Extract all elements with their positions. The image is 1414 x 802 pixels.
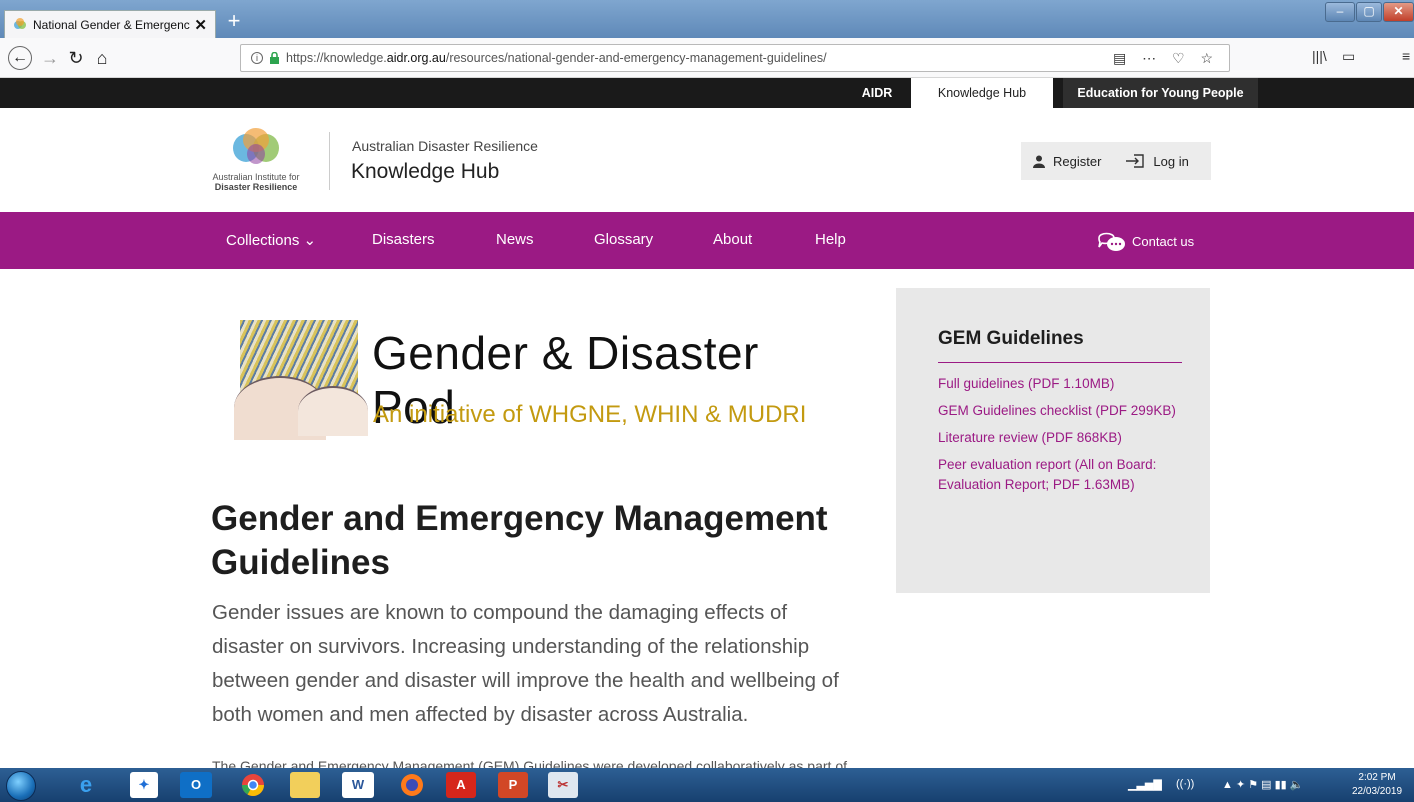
- home-icon[interactable]: ⌂: [90, 46, 114, 70]
- register-label: Register: [1053, 153, 1102, 169]
- site-header: Australian Institute for Disaster Resili…: [0, 108, 1414, 212]
- strip-link-education[interactable]: Education for Young People: [1063, 78, 1258, 108]
- firefox-logo-icon: [401, 774, 423, 796]
- aidr-logo-icon: [233, 128, 279, 164]
- gem-guidelines-sidebar: GEM Guidelines Full guidelines (PDF 1.10…: [896, 288, 1210, 593]
- nav-glossary[interactable]: Glossary: [594, 231, 653, 248]
- internet-explorer-icon[interactable]: e: [68, 772, 104, 798]
- chrome-icon[interactable]: [238, 772, 268, 798]
- nav-news[interactable]: News: [496, 231, 534, 248]
- sidebar-toggle-icon[interactable]: ▭: [1342, 48, 1355, 65]
- url-path: /resources/national-gender-and-emergency…: [445, 51, 827, 65]
- chrome-logo-icon: [242, 774, 264, 796]
- browser-tab-bar: National Gender & Emergency ✕ + – ▢ ✕: [0, 0, 1414, 38]
- pod-artwork: [234, 320, 368, 440]
- sidebar-link-checklist[interactable]: GEM Guidelines checklist (PDF 299KB): [938, 401, 1178, 421]
- clock-time: 2:02 PM: [1358, 772, 1396, 783]
- page-actions-icon[interactable]: ▤ ⋯ ♡ ☆: [1113, 45, 1219, 71]
- library-icon[interactable]: |||\: [1312, 48, 1327, 64]
- contact-us-link[interactable]: Contact us: [1096, 228, 1194, 254]
- firefox-icon[interactable]: [396, 772, 428, 798]
- address-bar[interactable]: i https://knowledge. aidr.org.au/resource…: [240, 44, 1230, 72]
- pod-tagline: An initiative of WHGNE, WHIN & MUDRI: [373, 401, 807, 428]
- new-tab-button[interactable]: +: [222, 10, 246, 34]
- register-button[interactable]: Register: [1021, 154, 1113, 169]
- tab-title: National Gender & Emergency: [33, 17, 191, 32]
- dropbox-icon[interactable]: ✦: [130, 772, 158, 798]
- nav-disasters[interactable]: Disasters: [372, 231, 435, 248]
- nav-help[interactable]: Help: [815, 231, 846, 248]
- lock-icon: [270, 52, 279, 64]
- windows-taskbar: e ✦ O W A P ✂ ▁▃▅▇ ((·)) ▲ ✦ ⚑ ▤ ▮▮ 🔈 2:…: [0, 768, 1414, 802]
- header-divider: [329, 132, 330, 190]
- snipping-tool-icon[interactable]: ✂: [548, 772, 578, 798]
- login-icon: [1126, 154, 1145, 168]
- taskbar-clock[interactable]: 2:02 PM 22/03/2019: [1352, 771, 1402, 799]
- page-title: Gender and Emergency Management Guidelin…: [211, 499, 828, 582]
- sidebar-link-literature-review[interactable]: Literature review (PDF 868KB): [938, 428, 1178, 448]
- header-title[interactable]: Knowledge Hub: [351, 160, 499, 184]
- url-host: aidr.org.au: [386, 51, 446, 65]
- main-navigation: Collections ⌄ Disasters News Glossary Ab…: [0, 212, 1414, 269]
- info-icon[interactable]: i: [251, 52, 263, 64]
- site-top-strip: AIDR Knowledge Hub Education for Young P…: [0, 78, 1414, 108]
- forward-arrow-icon[interactable]: →: [38, 46, 62, 70]
- header-subtitle: Australian Disaster Resilience: [352, 138, 538, 154]
- back-arrow-icon[interactable]: ←: [8, 46, 32, 70]
- clock-date: 22/03/2019: [1352, 786, 1403, 797]
- strip-link-aidr[interactable]: AIDR: [845, 78, 909, 108]
- sidebar-divider: [938, 362, 1182, 363]
- minimize-button[interactable]: –: [1325, 2, 1355, 22]
- strip-link-knowledge-hub[interactable]: Knowledge Hub: [911, 78, 1053, 108]
- maximize-button[interactable]: ▢: [1356, 2, 1382, 22]
- sidebar-link-list: Full guidelines (PDF 1.10MB) GEM Guideli…: [938, 374, 1178, 502]
- sidebar-link-peer-evaluation[interactable]: Peer evaluation report (All on Board: Ev…: [938, 455, 1178, 495]
- logo-text-line2: Disaster Resilience: [214, 182, 298, 192]
- login-button[interactable]: Log in: [1113, 153, 1200, 169]
- system-tray-icons[interactable]: ▲ ✦ ⚑ ▤ ▮▮ 🔈: [1222, 778, 1303, 791]
- auth-box: Register Log in: [1021, 142, 1211, 180]
- chat-bubble-icon: [1098, 232, 1125, 251]
- nav-about[interactable]: About: [713, 231, 752, 248]
- url-prefix: https://knowledge.: [286, 51, 387, 65]
- close-window-button[interactable]: ✕: [1383, 2, 1414, 22]
- word-icon[interactable]: W: [342, 772, 374, 798]
- acrobat-icon[interactable]: A: [446, 772, 476, 798]
- aidr-favicon-icon: [14, 17, 26, 29]
- gender-disaster-pod-banner: Gender & Disaster Pod An initiative of W…: [234, 320, 850, 440]
- browser-navigation-bar: ← → ↻ ⌂ i https://knowledge. aidr.org.au /…: [0, 38, 1414, 78]
- aidr-logo[interactable]: Australian Institute for Disaster Resili…: [196, 126, 316, 192]
- tab-close-icon[interactable]: ✕: [194, 16, 207, 34]
- user-icon: [1033, 155, 1045, 168]
- wifi-icon[interactable]: ((·)): [1176, 778, 1194, 790]
- file-explorer-icon[interactable]: [290, 772, 320, 798]
- sidebar-title: GEM Guidelines: [938, 328, 1084, 349]
- outlook-icon[interactable]: O: [180, 772, 212, 798]
- logo-text-line1: Australian Institute for: [212, 172, 300, 182]
- nav-collections[interactable]: Collections ⌄: [226, 231, 316, 249]
- lead-paragraph: Gender issues are known to compound the …: [212, 601, 839, 726]
- reload-icon[interactable]: ↻: [64, 46, 88, 70]
- network-signal-icon[interactable]: ▁▃▅▇: [1128, 778, 1162, 791]
- menu-icon[interactable]: ≡: [1402, 48, 1410, 64]
- sidebar-link-full-guidelines[interactable]: Full guidelines (PDF 1.10MB): [938, 374, 1178, 394]
- contact-us-label: Contact us: [1132, 233, 1195, 249]
- browser-tab[interactable]: National Gender & Emergency ✕: [4, 10, 216, 38]
- login-label: Log in: [1153, 153, 1189, 169]
- start-button-icon[interactable]: [6, 771, 36, 801]
- powerpoint-icon[interactable]: P: [498, 772, 528, 798]
